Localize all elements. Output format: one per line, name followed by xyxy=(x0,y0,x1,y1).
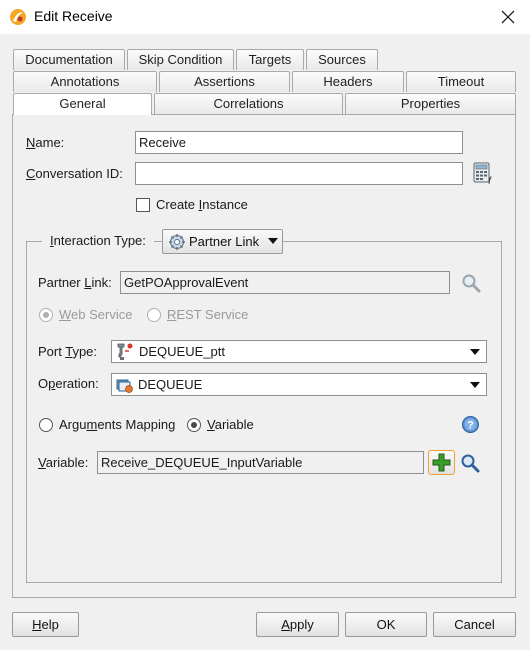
create-instance-checkbox[interactable] xyxy=(136,198,150,212)
operation-icon xyxy=(116,376,134,394)
operation-dropdown[interactable]: DEQUEUE xyxy=(111,373,487,396)
arguments-mapping-radio[interactable] xyxy=(39,418,53,432)
create-instance-label: Create Instance xyxy=(156,197,248,212)
search-icon[interactable] xyxy=(460,272,482,294)
tab-annotations[interactable]: Annotations xyxy=(13,71,157,92)
name-label: Name: xyxy=(26,135,65,150)
tab-headers[interactable]: Headers xyxy=(292,71,404,92)
operation-label: Operation: xyxy=(38,376,99,391)
partner-link-field[interactable]: GetPOApprovalEvent xyxy=(120,271,450,294)
help-button[interactable]: Help xyxy=(12,612,79,637)
svg-text:ƒ: ƒ xyxy=(488,175,493,184)
apply-button[interactable]: Apply xyxy=(256,612,339,637)
arguments-mapping-label: Arguments Mapping xyxy=(59,417,176,432)
variable-label: Variable: xyxy=(38,455,89,470)
tab-timeout[interactable]: Timeout xyxy=(406,71,516,92)
add-variable-button[interactable] xyxy=(428,450,455,475)
chevron-down-icon xyxy=(470,382,480,388)
port-type-dropdown[interactable]: DEQUEUE_ptt xyxy=(111,340,487,363)
tab-targets[interactable]: Targets xyxy=(236,49,304,70)
tab-skip-condition[interactable]: Skip Condition xyxy=(127,49,234,70)
web-service-label: Web Service xyxy=(59,307,133,322)
help-icon[interactable]: ? xyxy=(461,415,480,434)
tab-correlations[interactable]: Correlations xyxy=(154,93,343,114)
rest-service-radio[interactable] xyxy=(147,308,161,322)
name-field[interactable]: Receive xyxy=(135,131,463,154)
tab-properties[interactable]: Properties xyxy=(345,93,516,114)
chevron-down-icon xyxy=(470,349,480,355)
chevron-down-icon xyxy=(268,238,278,244)
variable-field[interactable]: Receive_DEQUEUE_InputVariable xyxy=(97,451,424,474)
conversation-id-label: Conversation ID: xyxy=(26,166,123,181)
conversation-id-field[interactable] xyxy=(135,162,463,185)
ok-button[interactable]: OK xyxy=(345,612,427,637)
tab-sources[interactable]: Sources xyxy=(306,49,378,70)
calculator-icon[interactable]: ƒ xyxy=(472,162,494,185)
port-type-value: DEQUEUE_ptt xyxy=(139,344,225,359)
cancel-button[interactable]: Cancel xyxy=(433,612,516,637)
tab-documentation[interactable]: Documentation xyxy=(13,49,125,70)
search-icon[interactable] xyxy=(459,452,481,474)
partner-link-icon xyxy=(168,233,186,251)
tab-assertions[interactable]: Assertions xyxy=(159,71,290,92)
port-type-label: Port Type: xyxy=(38,344,98,359)
variable-radio[interactable] xyxy=(187,418,201,432)
web-service-radio[interactable] xyxy=(39,308,53,322)
interaction-type-label: Interaction Type: xyxy=(42,233,154,248)
operation-value: DEQUEUE xyxy=(138,377,203,392)
title-bar: Edit Receive xyxy=(0,0,530,34)
oracle-jdev-icon xyxy=(9,8,27,26)
rest-service-label: REST Service xyxy=(167,307,249,322)
port-type-icon xyxy=(115,342,135,361)
close-icon[interactable] xyxy=(496,5,520,29)
svg-text:?: ? xyxy=(467,420,474,432)
window-title: Edit Receive xyxy=(34,8,113,24)
tab-general[interactable]: General xyxy=(13,93,152,115)
add-icon xyxy=(432,453,451,472)
partner-link-label: Partner Link: xyxy=(38,275,112,290)
interaction-type-value: Partner Link xyxy=(189,234,260,249)
variable-option-label: Variable xyxy=(207,417,254,432)
